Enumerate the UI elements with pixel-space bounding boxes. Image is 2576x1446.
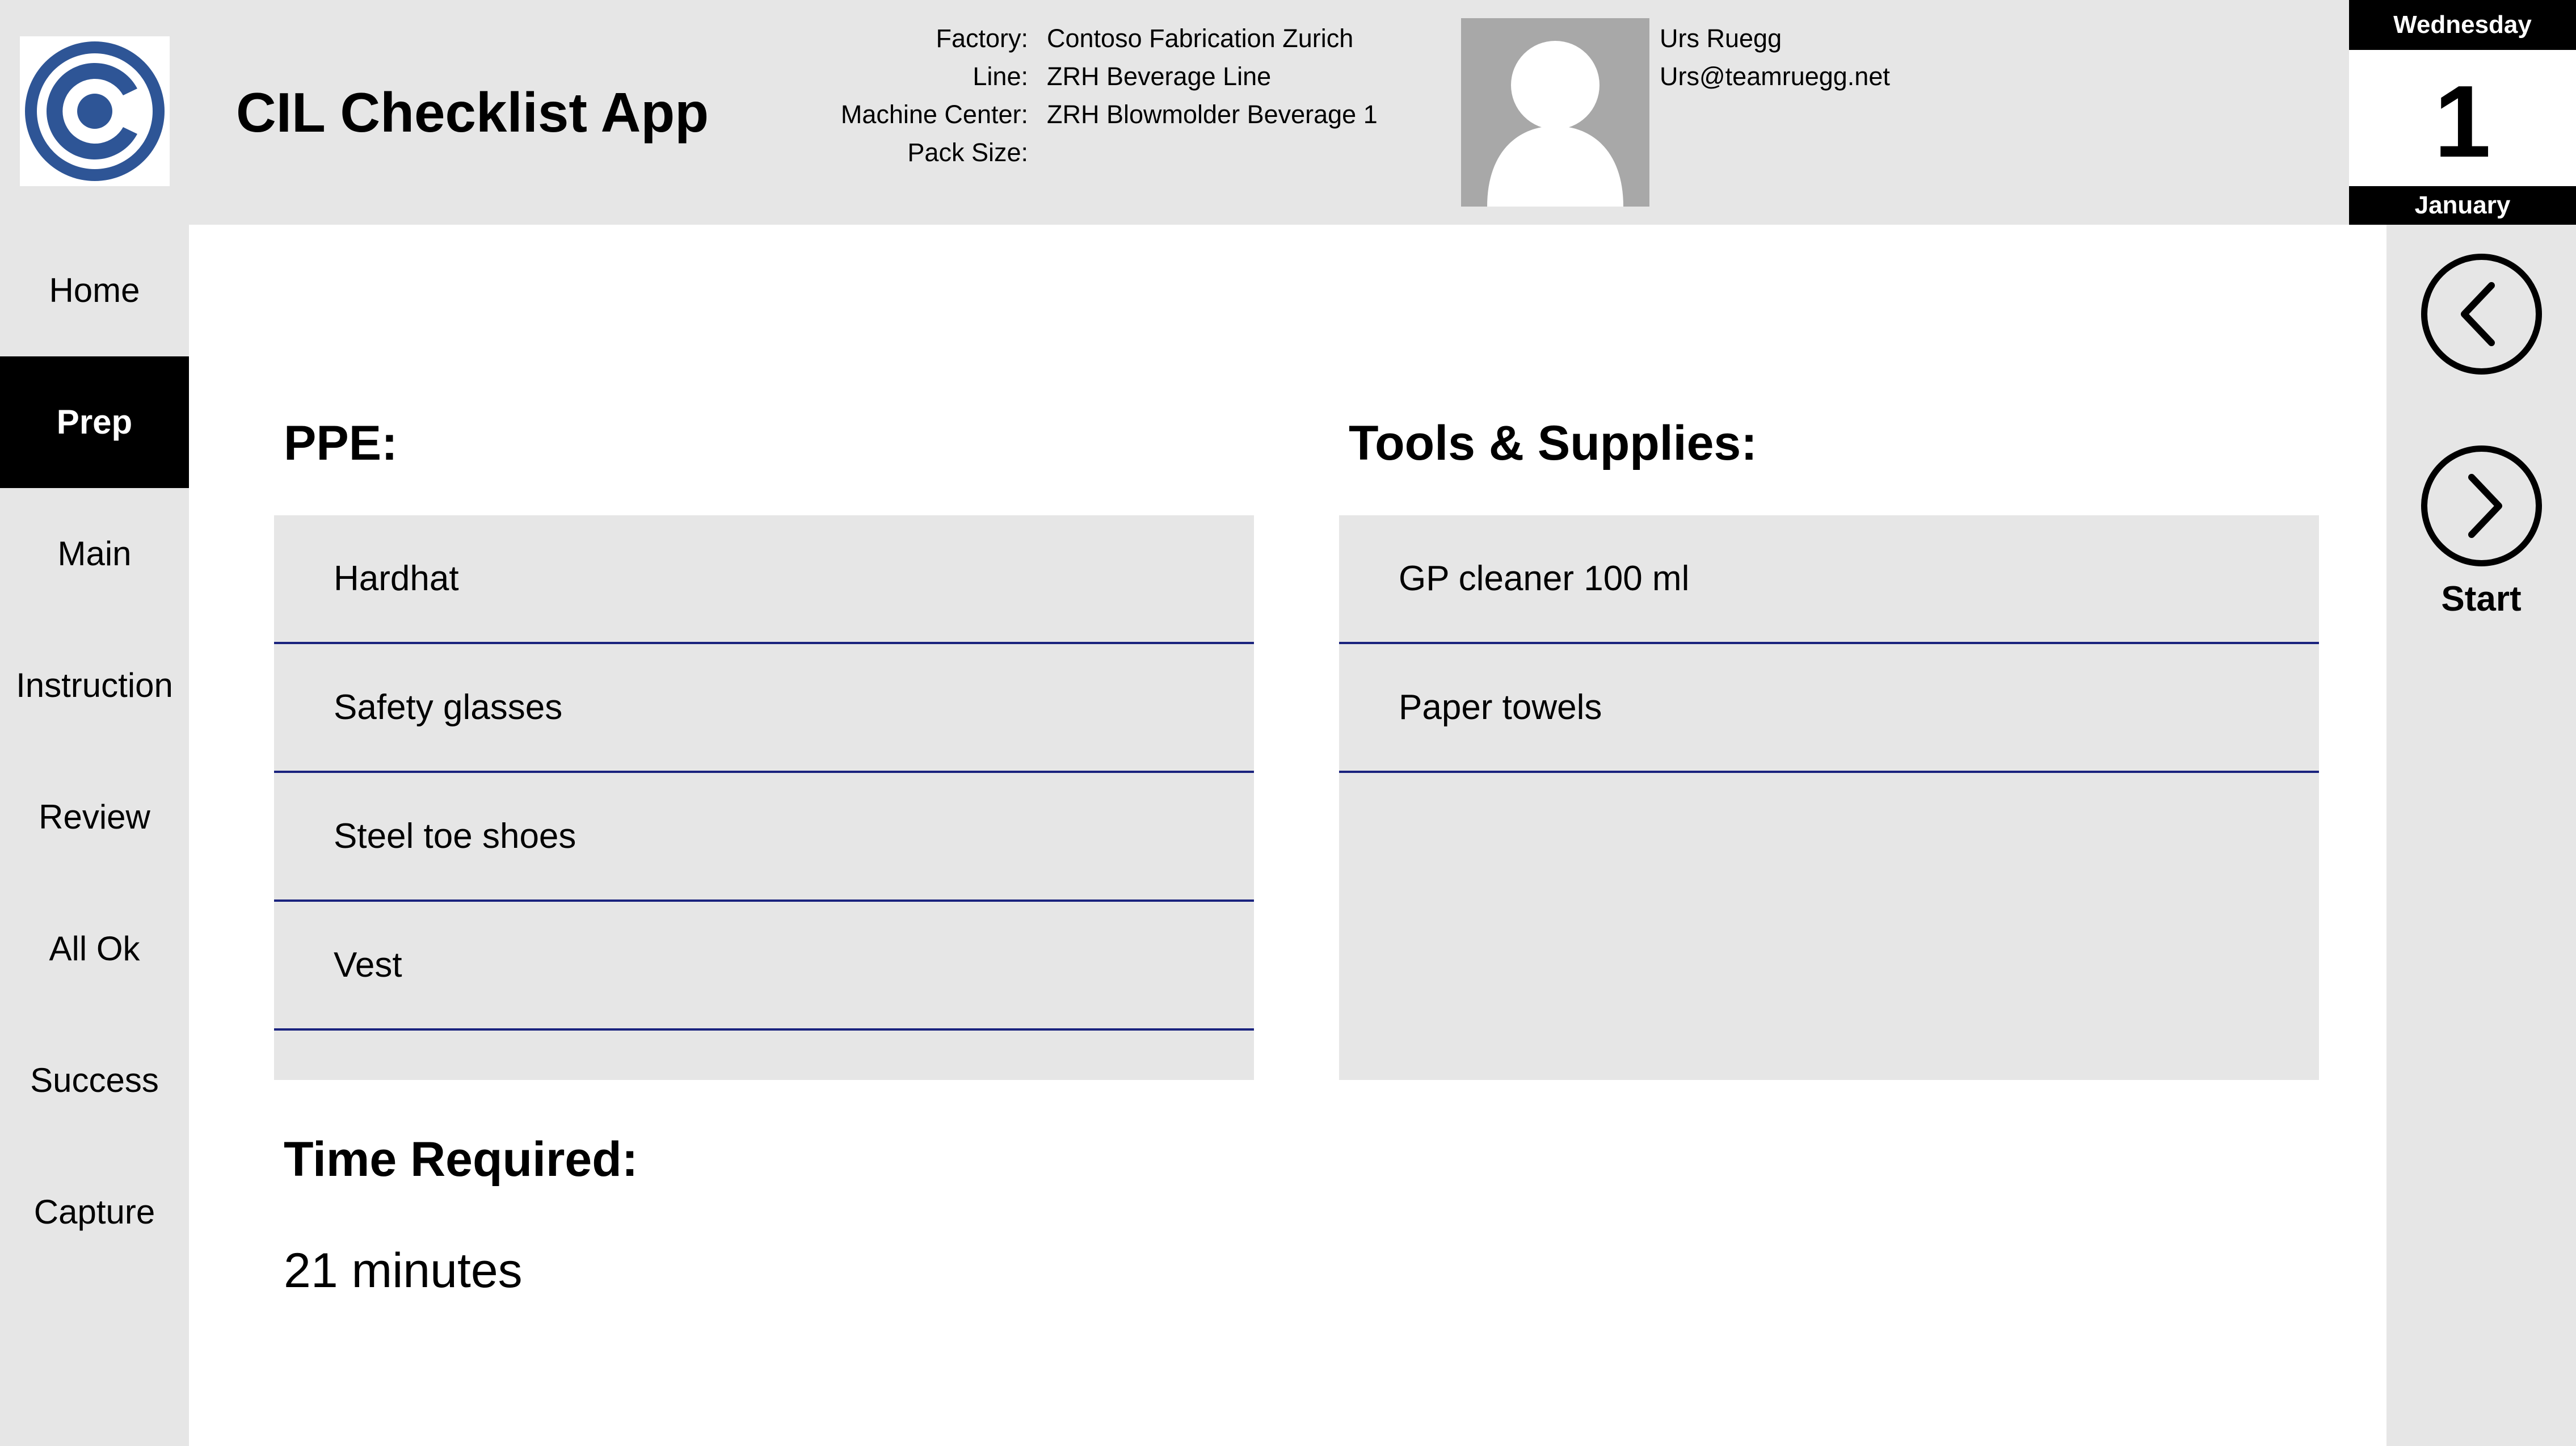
time-required-value: 21 minutes (284, 1243, 523, 1298)
tools-title: Tools & Supplies: (1349, 416, 1757, 470)
app-header: CIL Checklist App Factory: Line: Machine… (0, 0, 2576, 225)
context-values: Contoso Fabrication Zurich ZRH Beverage … (1047, 19, 1444, 171)
ppe-title: PPE: (284, 416, 398, 470)
machine-center-label: Machine Center: (840, 100, 1028, 129)
calendar-month: January (2349, 186, 2576, 225)
chevron-left-circle-icon (2421, 254, 2542, 375)
line-value: ZRH Beverage Line (1047, 62, 1272, 91)
calendar-weekday: Wednesday (2349, 0, 2576, 50)
start-label[interactable]: Start (2386, 577, 2576, 622)
date-calendar: Wednesday 1 January (2349, 0, 2576, 225)
list-item[interactable]: Paper towels (1339, 644, 2319, 773)
factory-value: Contoso Fabrication Zurich (1047, 24, 1354, 53)
nav-item-review[interactable]: Review (0, 751, 189, 883)
nav-item-success[interactable]: Success (0, 1015, 189, 1146)
factory-label: Factory: (936, 24, 1028, 53)
calendar-day-number: 1 (2434, 65, 2491, 179)
back-button[interactable] (2421, 253, 2543, 375)
nav-item-instruction[interactable]: Instruction (0, 620, 189, 751)
nav-item-prep[interactable]: Prep (0, 356, 189, 488)
list-item[interactable]: GP cleaner 100 ml (1339, 515, 2319, 644)
tools-list: GP cleaner 100 ml Paper towels (1339, 515, 2319, 1080)
pack-size-label: Pack Size: (907, 138, 1028, 167)
user-name: Urs Ruegg (1660, 24, 1782, 53)
user-info: Urs Ruegg Urs@teamruegg.net (1660, 19, 1943, 95)
nav-item-home[interactable]: Home (0, 225, 189, 356)
nav-item-main[interactable]: Main (0, 488, 189, 620)
app-title: CIL Checklist App (236, 81, 709, 144)
time-required-title: Time Required: (284, 1132, 638, 1187)
list-item[interactable]: Safety glasses (274, 644, 1254, 773)
list-item[interactable]: Hardhat (274, 515, 1254, 644)
user-avatar-icon (1461, 18, 1649, 207)
chevron-right-circle-icon (2421, 445, 2542, 566)
next-button[interactable] (2421, 445, 2543, 567)
action-rail: Start (2386, 225, 2576, 1446)
line-label: Line: (973, 62, 1028, 91)
prep-screen: PPE: Tools & Supplies: Hardhat Safety gl… (189, 225, 2386, 1446)
nav-item-capture[interactable]: Capture (0, 1146, 189, 1278)
nav-item-all-ok[interactable]: All Ok (0, 883, 189, 1015)
pack-size-value (1047, 133, 1444, 171)
user-email: Urs@teamruegg.net (1660, 62, 1890, 91)
machine-center-value: ZRH Blowmolder Beverage 1 (1047, 100, 1378, 129)
ppe-list: Hardhat Safety glasses Steel toe shoes V… (274, 515, 1254, 1080)
list-item[interactable]: Steel toe shoes (274, 773, 1254, 902)
list-item[interactable]: Vest (274, 902, 1254, 1031)
contoso-logo-icon (20, 36, 170, 186)
screen-nav: Home Prep Main Instruction Review All Ok… (0, 225, 189, 1446)
context-labels: Factory: Line: Machine Center: Pack Size… (738, 19, 1028, 171)
